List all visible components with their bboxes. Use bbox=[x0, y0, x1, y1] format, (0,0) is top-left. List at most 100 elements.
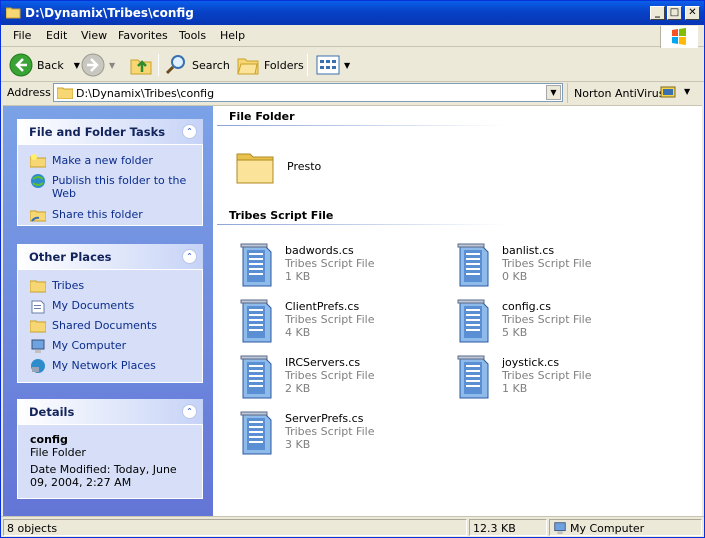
places-panel: Other Places ⌃ Tribes My Documents Share… bbox=[17, 244, 203, 383]
file-item[interactable]: ClientPrefs.cs Tribes Script File 4 KB bbox=[233, 296, 433, 348]
file-size: 2 KB bbox=[285, 382, 311, 395]
script-file-icon bbox=[240, 243, 272, 287]
forward-arrow-icon bbox=[81, 53, 105, 77]
my-computer-icon bbox=[31, 339, 45, 353]
network-places-icon bbox=[31, 359, 45, 373]
windows-logo bbox=[660, 26, 698, 48]
up-folder-icon bbox=[130, 59, 152, 75]
tasks-panel-title: File and Folder Tasks bbox=[29, 125, 166, 139]
collapse-chevron-icon[interactable]: ⌃ bbox=[182, 404, 197, 419]
details-panel-title: Details bbox=[29, 405, 75, 419]
back-dropdown-icon[interactable]: ▼ bbox=[74, 61, 80, 70]
file-name: banlist.cs bbox=[502, 244, 555, 257]
folder-item[interactable]: Presto bbox=[235, 144, 435, 196]
windows-flag-icon bbox=[672, 28, 686, 45]
norton-icon bbox=[660, 86, 676, 98]
shared-documents-icon bbox=[30, 320, 46, 333]
share-folder-icon bbox=[30, 210, 46, 222]
norton-dropdown-icon[interactable]: ▼ bbox=[684, 87, 690, 96]
new-folder-icon bbox=[30, 154, 46, 168]
script-file-icon bbox=[240, 355, 272, 399]
title-bar[interactable]: D:\Dynamix\Tribes\config _ □ ✕ bbox=[1, 1, 704, 25]
file-size: 1 KB bbox=[285, 270, 311, 283]
tasks-panel: File and Folder Tasks ⌃ Make a new folde… bbox=[17, 119, 203, 226]
script-file-icon bbox=[457, 299, 489, 343]
menu-bar: File Edit View Favorites Tools Help bbox=[1, 25, 704, 47]
place-tribes[interactable]: Tribes bbox=[30, 278, 200, 294]
collapse-chevron-icon[interactable]: ⌃ bbox=[182, 249, 197, 264]
forward-button[interactable]: ▼ bbox=[81, 53, 115, 77]
folders-button[interactable]: Folders bbox=[236, 53, 304, 77]
place-shared-documents[interactable]: Shared Documents bbox=[30, 318, 200, 334]
file-type: Tribes Script File bbox=[502, 369, 592, 382]
place-my-documents[interactable]: My Documents bbox=[30, 298, 200, 314]
file-size: 3 KB bbox=[285, 438, 311, 451]
menu-help[interactable]: Help bbox=[220, 29, 245, 42]
place-my-network-places[interactable]: My Network Places bbox=[30, 358, 200, 374]
file-list-view[interactable]: File Folder Presto Tribes Script File ba… bbox=[213, 106, 702, 517]
file-name: IRCServers.cs bbox=[285, 356, 361, 369]
task-share-folder[interactable]: Share this folder bbox=[30, 207, 200, 223]
file-item[interactable]: banlist.cs Tribes Script File 0 KB bbox=[450, 240, 650, 292]
group-header-file-folder: File Folder bbox=[229, 110, 295, 123]
forward-dropdown-icon[interactable]: ▼ bbox=[109, 61, 115, 70]
views-dropdown-icon[interactable]: ▼ bbox=[344, 61, 350, 70]
folders-label: Folders bbox=[264, 58, 304, 72]
collapse-chevron-icon[interactable]: ⌃ bbox=[182, 124, 197, 139]
menu-favorites[interactable]: Favorites bbox=[118, 29, 168, 42]
status-location: My Computer bbox=[549, 519, 702, 536]
details-modified: Date Modified: Today, June 09, 2004, 2:2… bbox=[30, 463, 177, 489]
file-item[interactable]: ServerPrefs.cs Tribes Script File 3 KB bbox=[233, 408, 433, 460]
menu-file[interactable]: File bbox=[13, 29, 31, 42]
place-my-computer[interactable]: My Computer bbox=[30, 338, 200, 354]
menu-tools[interactable]: Tools bbox=[179, 29, 206, 42]
file-name: ServerPrefs.cs bbox=[285, 412, 364, 425]
close-button[interactable]: ✕ bbox=[685, 6, 700, 20]
window-title: D:\Dynamix\Tribes\config bbox=[25, 6, 194, 20]
search-label: Search bbox=[192, 58, 230, 72]
details-name: config bbox=[30, 433, 68, 446]
norton-label: Norton AntiVirus bbox=[574, 87, 665, 100]
tasks-panel-header[interactable]: File and Folder Tasks ⌃ bbox=[17, 119, 203, 144]
main-area: File and Folder Tasks ⌃ Make a new folde… bbox=[3, 105, 702, 517]
my-documents-icon bbox=[31, 300, 45, 314]
file-type: Tribes Script File bbox=[502, 313, 592, 326]
file-name: joystick.cs bbox=[502, 356, 560, 369]
toolbar-separator bbox=[307, 54, 308, 76]
details-panel-header[interactable]: Details ⌃ bbox=[17, 399, 203, 424]
group-divider bbox=[217, 125, 507, 126]
norton-antivirus-toolbar[interactable]: Norton AntiVirus ▼ bbox=[567, 83, 703, 103]
file-item[interactable]: config.cs Tribes Script File 5 KB bbox=[450, 296, 650, 348]
file-size: 1 KB bbox=[502, 382, 528, 395]
address-label: Address bbox=[7, 86, 51, 99]
task-make-new-folder[interactable]: Make a new folder bbox=[30, 153, 200, 169]
places-panel-body: Tribes My Documents Shared Documents My … bbox=[17, 269, 203, 383]
search-button[interactable]: Search bbox=[164, 53, 230, 77]
places-panel-header[interactable]: Other Places ⌃ bbox=[17, 244, 203, 269]
group-header-script-file: Tribes Script File bbox=[229, 209, 334, 222]
minimize-button[interactable]: _ bbox=[650, 6, 665, 20]
folders-icon bbox=[237, 58, 259, 75]
address-dropdown-button[interactable]: ▼ bbox=[546, 85, 561, 100]
views-button[interactable]: ▼ bbox=[316, 53, 350, 77]
maximize-button[interactable]: □ bbox=[667, 6, 682, 20]
file-name: config.cs bbox=[502, 300, 551, 313]
task-publish-web[interactable]: Publish this folder to the Web bbox=[30, 173, 200, 203]
file-item[interactable]: badwords.cs Tribes Script File 1 KB bbox=[233, 240, 433, 292]
file-size: 4 KB bbox=[285, 326, 311, 339]
back-button[interactable]: Back ▼ bbox=[9, 53, 80, 77]
file-item[interactable]: IRCServers.cs Tribes Script File 2 KB bbox=[233, 352, 433, 404]
standard-toolbar: Back ▼ ▼ Search Folders ▼ bbox=[1, 48, 704, 82]
status-objects: 8 objects bbox=[3, 519, 467, 536]
up-folder-button[interactable] bbox=[129, 53, 153, 77]
file-type: Tribes Script File bbox=[285, 257, 375, 270]
address-input[interactable]: D:\Dynamix\Tribes\config ▼ bbox=[53, 83, 563, 102]
menu-view[interactable]: View bbox=[81, 29, 107, 42]
script-file-icon bbox=[240, 299, 272, 343]
group-divider bbox=[217, 224, 507, 225]
toolbar-separator bbox=[158, 54, 159, 76]
folder-name: Presto bbox=[287, 160, 322, 173]
file-item[interactable]: joystick.cs Tribes Script File 1 KB bbox=[450, 352, 650, 404]
explorer-window: D:\Dynamix\Tribes\config _ □ ✕ File Edit… bbox=[0, 0, 705, 538]
menu-edit[interactable]: Edit bbox=[46, 29, 67, 42]
